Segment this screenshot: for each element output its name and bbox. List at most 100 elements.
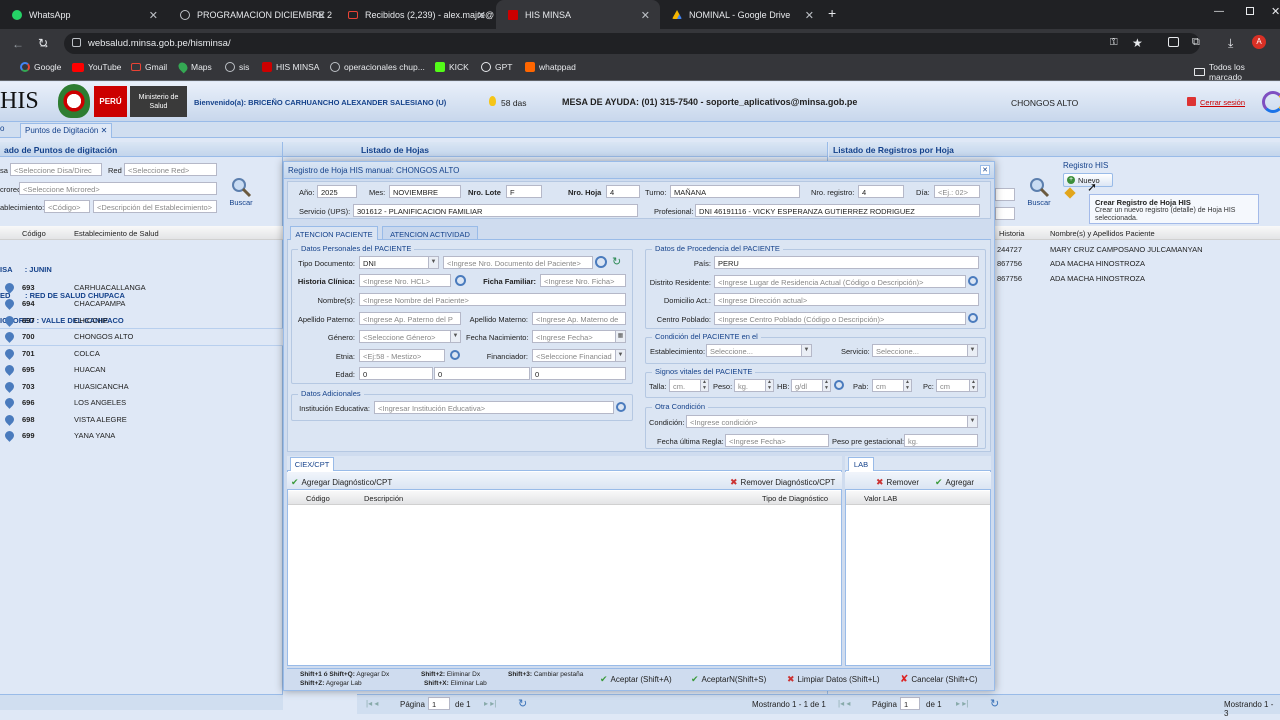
- tab-stub[interactable]: o: [0, 124, 4, 133]
- nro-doc-field[interactable]: <Ingrese Nro. Documento del Paciente>: [443, 256, 593, 269]
- financiador-combo[interactable]: <Seleccione Financiad ▼: [532, 349, 626, 362]
- site-info-icon[interactable]: [72, 38, 81, 47]
- pais-field[interactable]: PERU: [714, 256, 979, 269]
- chevron-down-icon[interactable]: ▼: [615, 350, 625, 361]
- regla-field[interactable]: <Ingrese Fecha>: [725, 434, 829, 447]
- table-row[interactable]: 700 CHONGOS ALTO: [0, 327, 284, 346]
- bookmark-whatppad[interactable]: whatppad: [525, 62, 576, 72]
- chevron-down-icon[interactable]: ▼: [450, 331, 460, 342]
- table-row[interactable]: 701 COLCA: [0, 345, 283, 362]
- table-row[interactable]: 867756 ADA MACHA HINOSTROZA: [995, 257, 1280, 272]
- bookmark-gpt[interactable]: GPT: [481, 62, 512, 72]
- bookmark-operacionales[interactable]: operacionales chup...: [330, 62, 425, 72]
- bookmark-maps[interactable]: Maps: [176, 60, 212, 74]
- genero-combo[interactable]: <Seleccione Género> ▼: [359, 330, 461, 343]
- ap-materno-field[interactable]: <Ingrese Ap. Materno de: [532, 312, 626, 325]
- clear-data-button[interactable]: ✖ Limpiar Datos (Shift+L): [787, 674, 880, 685]
- page-input[interactable]: 1: [900, 697, 920, 710]
- refresh-icon[interactable]: ↻: [612, 255, 621, 268]
- dia-field[interactable]: <Ej.: 02>: [934, 185, 980, 198]
- table-row[interactable]: 698 VISTA ALEGRE: [0, 411, 283, 428]
- ficha-field[interactable]: <Ingrese Nro. Ficha>: [540, 274, 626, 287]
- download-icon[interactable]: ⤓: [1228, 36, 1233, 51]
- right-filter-field-2[interactable]: [995, 207, 1015, 220]
- accept-new-button[interactable]: ✔ AceptarN(Shift+S): [691, 674, 766, 685]
- add-lab-button[interactable]: ✔ Agregar: [935, 477, 974, 488]
- first-page-icon[interactable]: |◂ ◂: [366, 699, 378, 708]
- bookmark-google[interactable]: Google: [20, 62, 61, 72]
- col-name[interactable]: Establecimiento de Salud: [74, 229, 159, 238]
- col-code[interactable]: Código: [22, 229, 46, 238]
- edad-months-field[interactable]: 0: [434, 367, 530, 380]
- domicilio-field[interactable]: <Ingrese Dirección actual>: [714, 293, 979, 306]
- talla-field[interactable]: cm. ▲ ▼: [669, 379, 709, 392]
- tab-atencion-actividad[interactable]: ATENCION ACTIVIDAD: [382, 226, 478, 239]
- search-icon[interactable]: [450, 350, 460, 360]
- other-bookmarks[interactable]: Todos los marcado: [1194, 62, 1280, 82]
- close-tab-icon[interactable]: ✕: [317, 9, 326, 22]
- pc-field[interactable]: cm ▲ ▼: [936, 379, 978, 392]
- tipo-doc-combo[interactable]: DNI ▼: [359, 256, 439, 269]
- chevron-down-icon[interactable]: ▼: [967, 416, 977, 427]
- col-patient-name[interactable]: Nombre(s) y Apellidos Paciente: [1050, 229, 1155, 238]
- tab-atencion-paciente[interactable]: ATENCION PACIENTE: [290, 226, 378, 240]
- search-icon[interactable]: [595, 256, 607, 268]
- table-row[interactable]: 694 CHACAPAMPA: [0, 296, 283, 313]
- profesional-field[interactable]: DNI 46191116 - VICKY ESPERANZA GUTIERREZ…: [695, 204, 980, 217]
- key-icon[interactable]: ⚿: [1110, 37, 1118, 48]
- search-icon[interactable]: [968, 276, 978, 286]
- distrito-field[interactable]: <Ingrese Lugar de Residencia Actual (Cód…: [714, 275, 966, 288]
- tab-programacion[interactable]: PROGRAMACION DICIEMBRE 2 ✕: [168, 0, 336, 29]
- chevron-down-icon[interactable]: ▼: [967, 345, 977, 356]
- table-row[interactable]: 693 CARHUACALLANGA: [0, 279, 283, 296]
- maximize-button[interactable]: [1246, 7, 1254, 15]
- spinner-icon[interactable]: ▲ ▼: [765, 380, 773, 391]
- minimize-button[interactable]: —: [1214, 6, 1224, 17]
- tab-puntos-digitacion[interactable]: Puntos de Digitación ✕: [20, 123, 113, 138]
- microred-combo[interactable]: <Seleccione Microred>: [19, 182, 217, 195]
- refresh-icon[interactable]: ↻: [518, 697, 527, 710]
- table-row[interactable]: 867756 ADA MACHA HINOSTROZA: [995, 271, 1280, 286]
- lote-field[interactable]: F: [506, 185, 542, 198]
- disa-combo[interactable]: <Seleccione Disa/Direc: [10, 163, 102, 176]
- reload-icon[interactable]: ↻: [38, 36, 48, 50]
- right-search-button[interactable]: Buscar: [1024, 176, 1054, 212]
- col-valor-lab[interactable]: Valor LAB: [864, 494, 897, 503]
- first-page-icon[interactable]: |◂ ◂: [838, 699, 850, 708]
- back-arrow-icon[interactable]: ←: [12, 37, 24, 51]
- peso-field[interactable]: kg. ▲ ▼: [734, 379, 774, 392]
- turno-field[interactable]: MAÑANA: [670, 185, 800, 198]
- servicio-field[interactable]: 301612 - PLANIFICACION FAMILIAR: [353, 204, 638, 217]
- close-tab-icon[interactable]: ✕: [641, 9, 650, 22]
- calendar-icon[interactable]: ▦: [615, 331, 625, 342]
- hcl-field[interactable]: <Ingrese Nro. HCL>: [359, 274, 451, 287]
- hb-field[interactable]: g/dl ▲ ▼: [791, 379, 831, 392]
- refresh-icon[interactable]: ↻: [990, 697, 999, 710]
- tab-his-minsa[interactable]: HIS MINSA ✕: [496, 0, 660, 29]
- peso-gest-field[interactable]: kg.: [904, 434, 978, 447]
- spinner-icon[interactable]: ▲ ▼: [822, 380, 830, 391]
- accept-button[interactable]: ✔ Aceptar (Shift+A): [600, 674, 672, 685]
- add-diagnosis-button[interactable]: ✔ Agregar Diagnóstico/CPT: [291, 477, 392, 488]
- bookmark-his-minsa[interactable]: HIS MINSA: [262, 62, 319, 72]
- otra-cond-combo[interactable]: <Ingrese condición> ▼: [686, 415, 978, 428]
- logout-link[interactable]: Cerrar sesión: [1200, 98, 1245, 107]
- tab-ciex[interactable]: CIEX/CPT: [290, 457, 334, 471]
- bookmark-youtube[interactable]: YouTube: [72, 62, 121, 72]
- tab-google-drive[interactable]: NOMINAL - Google Drive ✕: [660, 0, 824, 29]
- cond-est-combo[interactable]: Seleccione... ▼: [706, 344, 812, 357]
- close-icon[interactable]: ✕: [980, 165, 990, 175]
- col-tipo-diagnostico[interactable]: Tipo de Diagnóstico: [762, 494, 828, 503]
- col-codigo[interactable]: Código: [306, 494, 330, 503]
- centro-field[interactable]: <Ingrese Centro Poblado (Código o Descri…: [714, 312, 966, 325]
- tab-whatsapp[interactable]: WhatsApp ✕: [0, 0, 168, 29]
- etnia-field[interactable]: <Ej:58 - Mestizo>: [359, 349, 445, 362]
- search-icon[interactable]: [616, 402, 626, 412]
- anio-field[interactable]: 2025: [317, 185, 357, 198]
- next-page-icon[interactable]: ▸ ▸|: [484, 699, 496, 708]
- hoja-field[interactable]: 4: [606, 185, 640, 198]
- nreg-field[interactable]: 4: [858, 185, 904, 198]
- institucion-field[interactable]: <Ingresar Institución Educativa>: [374, 401, 614, 414]
- table-row[interactable]: 699 YANA YANA: [0, 428, 283, 445]
- edad-days-field[interactable]: 0: [531, 367, 626, 380]
